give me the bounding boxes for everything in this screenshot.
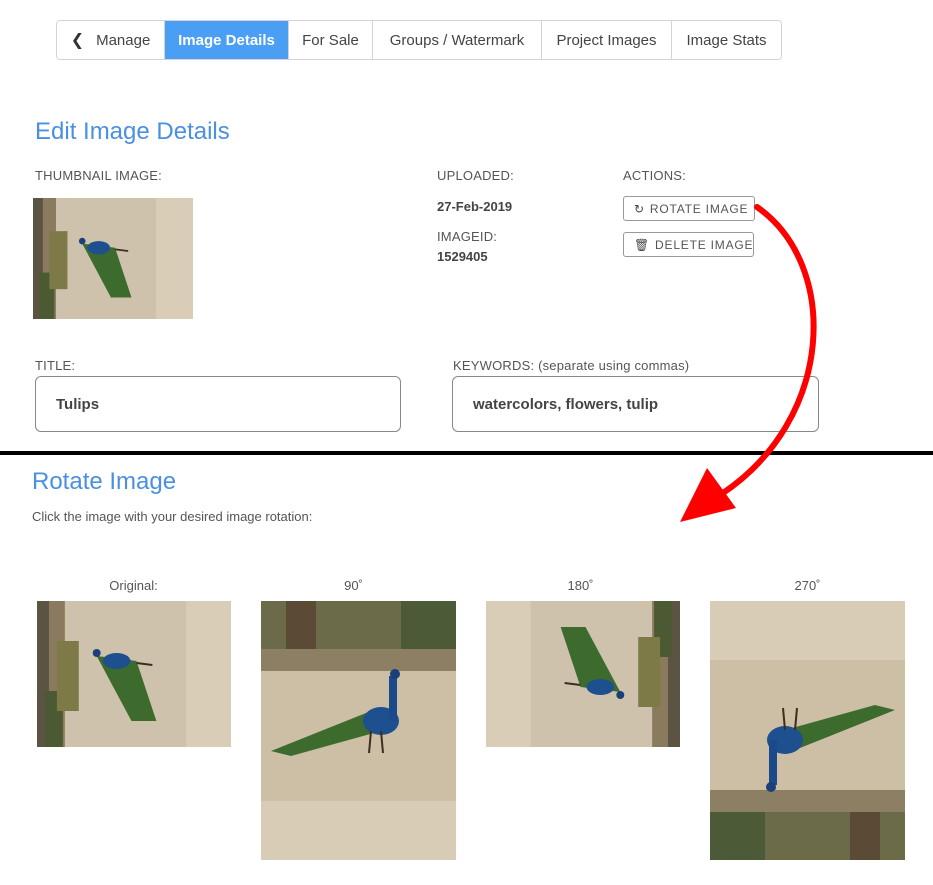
option-caption-180: 180˚ [567,578,594,593]
title-input[interactable]: Tulips [35,376,401,432]
tab-project-images[interactable]: Project Images [542,21,672,59]
imageid-value: 1529405 [437,249,488,264]
uploaded-label: UPLOADED: [437,168,514,183]
tab-label: Manage [96,31,151,49]
tab-label: Image Details [178,31,275,49]
tab-label: Project Images [556,31,657,49]
actions-label: ACTIONS: [623,168,686,183]
uploaded-value: 27-Feb-2019 [437,199,513,214]
rotation-option-270[interactable] [710,601,905,860]
tab-bar: ❮ Manage Image Details For Sale Groups /… [56,20,782,60]
keywords-value: watercolors, flowers, tulip [473,395,659,413]
rotation-option-original[interactable] [37,601,231,747]
imageid-label: IMAGEID: [437,229,498,244]
rotation-option-180[interactable] [486,601,680,747]
option-caption-270: 270˚ [794,578,821,593]
chevron-left-icon: ❮ [70,32,85,49]
rotate-heading: Rotate Image [32,468,177,495]
tab-groups-watermark[interactable]: Groups / Watermark [373,21,542,59]
trash-icon: 🗑 [634,237,651,252]
option-caption-90: 90˚ [344,578,363,593]
title-label: TITLE: [35,358,76,373]
keywords-input[interactable]: watercolors, flowers, tulip [452,376,819,432]
rotation-option-90[interactable] [261,601,456,860]
title-value: Tulips [56,395,100,413]
edit-details-heading: Edit Image Details [35,118,230,145]
tab-label: Groups / Watermark [389,31,525,49]
rotate-icon: ↻ [634,201,645,216]
keywords-label: KEYWORDS: (separate using commas) [453,358,690,373]
thumbnail-label: THUMBNAIL IMAGE: [35,168,162,183]
tab-for-sale[interactable]: For Sale [289,21,373,59]
delete-button-label: DELETE IMAGE [655,237,754,252]
rotate-instruction: Click the image with your desired image … [32,509,313,524]
tab-image-stats[interactable]: Image Stats [672,21,781,59]
option-caption-original: Original: [109,578,158,593]
delete-image-button[interactable]: 🗑 DELETE IMAGE [623,232,754,257]
tab-manage[interactable]: ❮ Manage [57,21,165,59]
tab-label: For Sale [302,31,359,49]
section-divider [0,451,933,455]
tab-image-details[interactable]: Image Details [165,21,289,59]
thumbnail-image [33,198,193,319]
tab-label: Image Stats [686,31,767,49]
rotate-image-button[interactable]: ↻ ROTATE IMAGE [623,196,755,221]
rotate-button-label: ROTATE IMAGE [649,201,749,216]
